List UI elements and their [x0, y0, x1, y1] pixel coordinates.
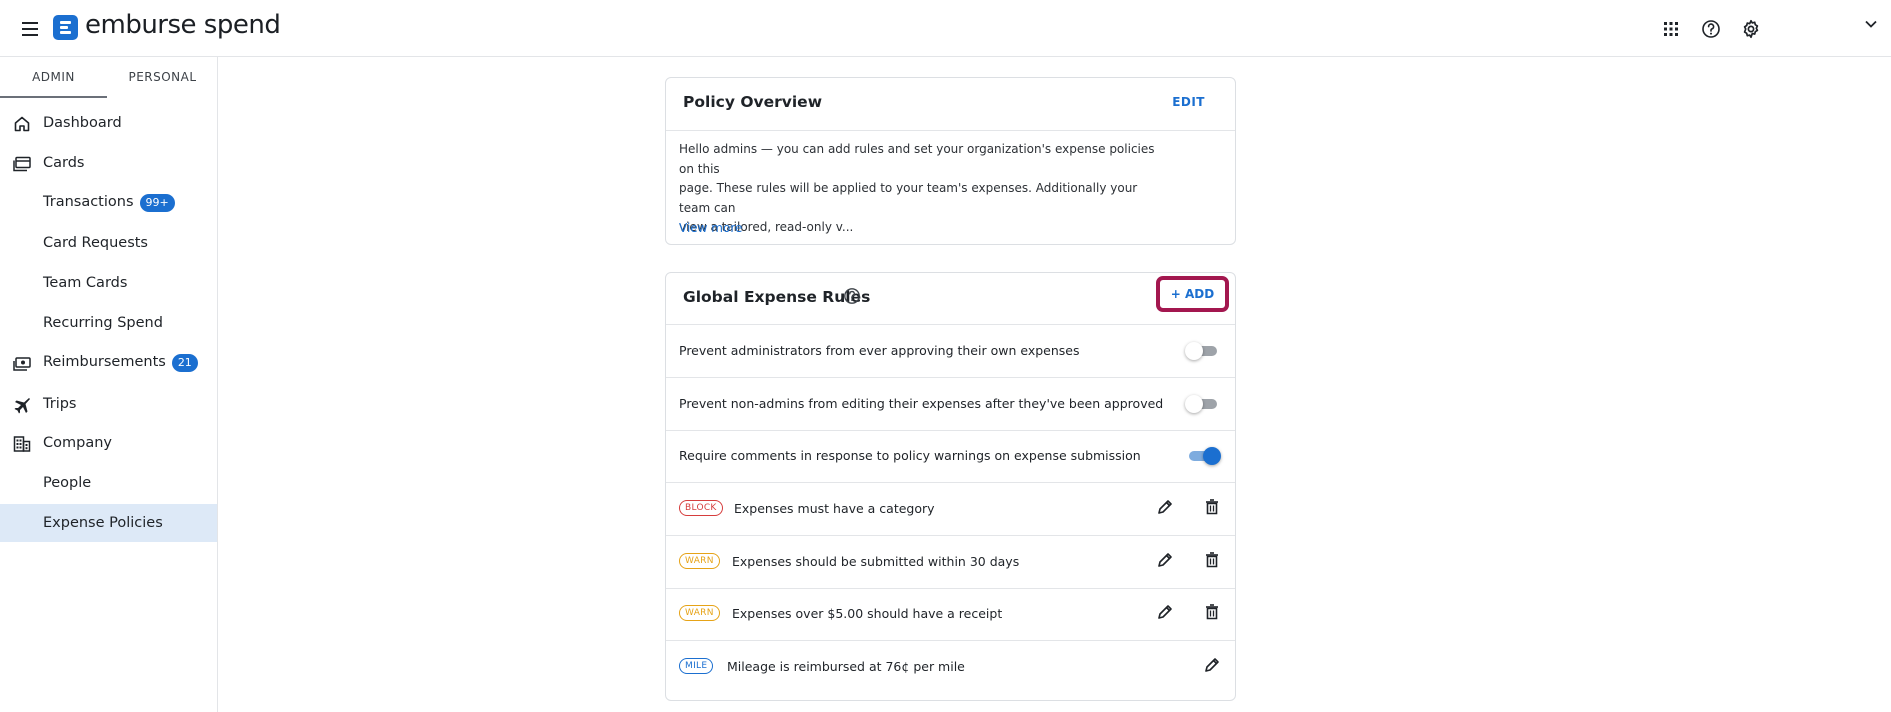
tab-selected-indicator: [0, 96, 107, 98]
settings-gear-icon[interactable]: [1740, 18, 1762, 40]
rule-row-block: BLOCK Expenses must have a category: [666, 483, 1235, 535]
sidebar-item-cards[interactable]: Cards: [0, 144, 217, 182]
sidebar: ADMIN PERSONAL Dashboard Cards Transacti…: [0, 57, 218, 712]
sidebar-item-label: Dashboard: [43, 115, 122, 131]
sidebar-item-trips[interactable]: Trips: [0, 385, 217, 423]
brand-name: emburse spend: [85, 10, 281, 40]
money-icon: [12, 354, 32, 374]
sidebar-item-team-cards[interactable]: Team Cards: [0, 264, 217, 302]
rule-row-warn: WARN Expenses should be submitted within…: [666, 536, 1235, 588]
emburse-logo-icon: [53, 15, 78, 40]
add-rule-button[interactable]: + ADD: [1156, 276, 1229, 312]
delete-trash-icon[interactable]: [1202, 497, 1222, 517]
sidebar-item-label: Team Cards: [43, 275, 128, 291]
sidebar-item-card-requests[interactable]: Card Requests: [0, 224, 217, 262]
delete-trash-icon[interactable]: [1202, 550, 1222, 570]
sidebar-item-dashboard[interactable]: Dashboard: [0, 104, 217, 142]
sidebar-item-label: Company: [43, 435, 112, 451]
policy-overview-card: Policy Overview EDIT Hello admins — you …: [665, 77, 1236, 245]
mile-tag: MILE: [679, 658, 714, 674]
warn-tag: WARN: [679, 605, 720, 621]
edit-overview-button[interactable]: EDIT: [1172, 95, 1205, 109]
sidebar-item-label: Reimbursements: [43, 354, 166, 370]
airplane-icon: [12, 395, 32, 415]
building-icon: [12, 434, 32, 454]
sidebar-item-label: Trips: [43, 396, 77, 412]
help-circle-icon[interactable]: [1700, 18, 1722, 40]
edit-pencil-icon[interactable]: [1155, 602, 1175, 622]
rule-row-toggle: Prevent non-admins from editing their ex…: [666, 378, 1235, 430]
warn-tag: WARN: [679, 553, 720, 569]
rule-toggle-switch[interactable]: [1185, 395, 1219, 413]
policy-overview-title: Policy Overview: [683, 93, 823, 111]
rule-text: Expenses must have a category: [734, 501, 935, 516]
rule-text: Require comments in response to policy w…: [679, 448, 1141, 463]
sidebar-item-recurring-spend[interactable]: Recurring Spend: [0, 304, 217, 342]
menu-hamburger-icon[interactable]: [18, 17, 42, 41]
edit-pencil-icon[interactable]: [1202, 655, 1222, 675]
sidebar-item-label: People: [43, 475, 92, 491]
chevron-down-icon[interactable]: [1863, 16, 1879, 32]
rule-text: Expenses over $5.00 should have a receip…: [732, 606, 1003, 621]
rule-text: Mileage is reimbursed at 76¢ per mile: [727, 659, 965, 674]
transactions-count-badge: 99+: [139, 194, 175, 212]
sidebar-item-label: Expense Policies: [43, 515, 163, 531]
home-icon: [12, 114, 32, 134]
rule-row-toggle: Require comments in response to policy w…: [666, 430, 1235, 482]
sidebar-item-label: Cards: [43, 155, 85, 171]
sidebar-item-label: Recurring Spend: [43, 315, 163, 331]
rules-help-icon[interactable]: [843, 287, 861, 305]
reimbursements-count-badge: 21: [171, 354, 198, 372]
block-tag: BLOCK: [679, 500, 723, 516]
sidebar-item-company[interactable]: Company: [0, 424, 217, 462]
sidebar-item-label: Card Requests: [43, 235, 148, 251]
edit-pencil-icon[interactable]: [1155, 550, 1175, 570]
tab-personal[interactable]: PERSONAL: [107, 57, 218, 97]
sidebar-tabs: ADMIN PERSONAL: [0, 57, 218, 98]
delete-trash-icon[interactable]: [1202, 602, 1222, 622]
tab-admin[interactable]: ADMIN: [0, 57, 107, 97]
cards-icon: [12, 154, 32, 174]
sidebar-item-expense-policies[interactable]: Expense Policies: [0, 504, 217, 542]
view-more-link[interactable]: View more: [679, 221, 742, 235]
sidebar-item-label: Transactions: [43, 194, 134, 210]
rule-text: Prevent administrators from ever approvi…: [679, 343, 1080, 358]
card-divider: [666, 130, 1235, 131]
rule-toggle-switch[interactable]: [1187, 447, 1221, 465]
rule-text: Expenses should be submitted within 30 d…: [732, 554, 1020, 569]
rule-row-mile: MILE Mileage is reimbursed at 76¢ per mi…: [666, 641, 1235, 693]
global-expense-rules-card: Global Expense Rules + ADD Prevent admin…: [665, 272, 1236, 701]
rule-row-warn: WARN Expenses over $5.00 should have a r…: [666, 588, 1235, 640]
rule-text: Prevent non-admins from editing their ex…: [679, 396, 1164, 411]
sidebar-item-reimbursements[interactable]: Reimbursements 21: [0, 344, 217, 382]
policy-overview-text: Hello admins — you can add rules and set…: [679, 142, 1155, 234]
edit-pencil-icon[interactable]: [1155, 497, 1175, 517]
rule-toggle-switch[interactable]: [1185, 342, 1219, 360]
apps-grid-icon[interactable]: [1660, 18, 1682, 40]
top-bar: emburse spend: [0, 0, 1891, 57]
rule-row-toggle: Prevent administrators from ever approvi…: [666, 325, 1235, 377]
sidebar-item-people[interactable]: People: [0, 464, 217, 502]
sidebar-item-transactions[interactable]: Transactions 99+: [0, 184, 217, 222]
